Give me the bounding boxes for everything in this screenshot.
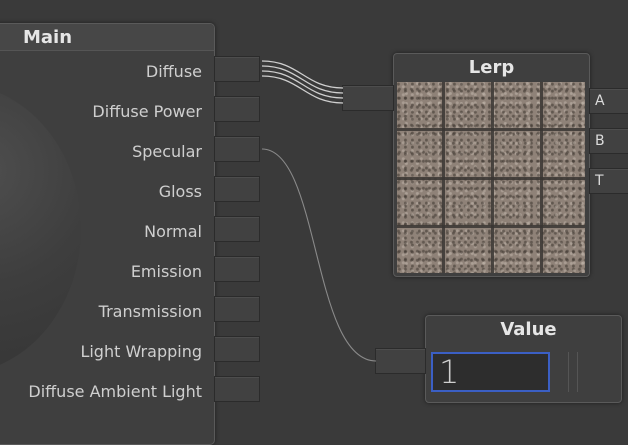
value-input[interactable]: 1 [431,352,550,392]
port-emission[interactable] [214,256,260,282]
input-label-specular: Specular [132,142,202,161]
lerp-texture-preview [397,82,585,273]
port-diffuse-ambient-light[interactable] [214,376,260,402]
lerp-node[interactable]: Lerp [393,53,590,277]
port-transmission[interactable] [214,296,260,322]
wire-lerp-to-diffuse-1 [261,60,344,89]
preview-sphere [0,84,81,374]
lerp-output-port[interactable] [342,85,394,111]
input-label-normal: Normal [144,222,202,241]
input-label-gloss: Gloss [158,182,202,201]
lerp-port-b-label: B [595,133,605,149]
main-node-title: Main [0,24,214,51]
value-node-title: Value [500,319,557,340]
lerp-port-b[interactable]: B [589,128,628,154]
port-diffuse-power[interactable] [214,96,260,122]
port-light-wrapping[interactable] [214,336,260,362]
lerp-node-title: Lerp [468,57,515,78]
main-node[interactable]: Main Diffuse Diffuse Power Specular Glos… [0,23,215,445]
lerp-port-a-label: A [595,93,605,109]
wire-lerp-to-diffuse-2 [261,65,344,94]
lerp-port-t-label: T [595,173,604,189]
value-node[interactable]: Value 1 [425,315,622,403]
port-diffuse[interactable] [214,56,260,82]
input-label-diffuse-power: Diffuse Power [92,102,202,121]
wire-lerp-to-diffuse-3 [261,70,344,99]
port-specular[interactable] [214,136,260,162]
value-slider-handle[interactable] [568,352,578,392]
input-label-emission: Emission [130,262,202,281]
port-normal[interactable] [214,216,260,242]
lerp-port-a[interactable]: A [589,88,628,114]
input-label-light-wrapping: Light Wrapping [80,342,202,361]
wire-value-to-specular [261,148,377,362]
input-label-diffuse: Diffuse [145,62,202,81]
lerp-port-t[interactable]: T [589,168,628,194]
value-output-port[interactable] [375,348,426,374]
input-label-diffuse-ambient-light: Diffuse Ambient Light [28,382,202,401]
wire-lerp-to-diffuse-4 [261,75,344,104]
input-label-transmission: Transmission [98,302,202,321]
port-gloss[interactable] [214,176,260,202]
